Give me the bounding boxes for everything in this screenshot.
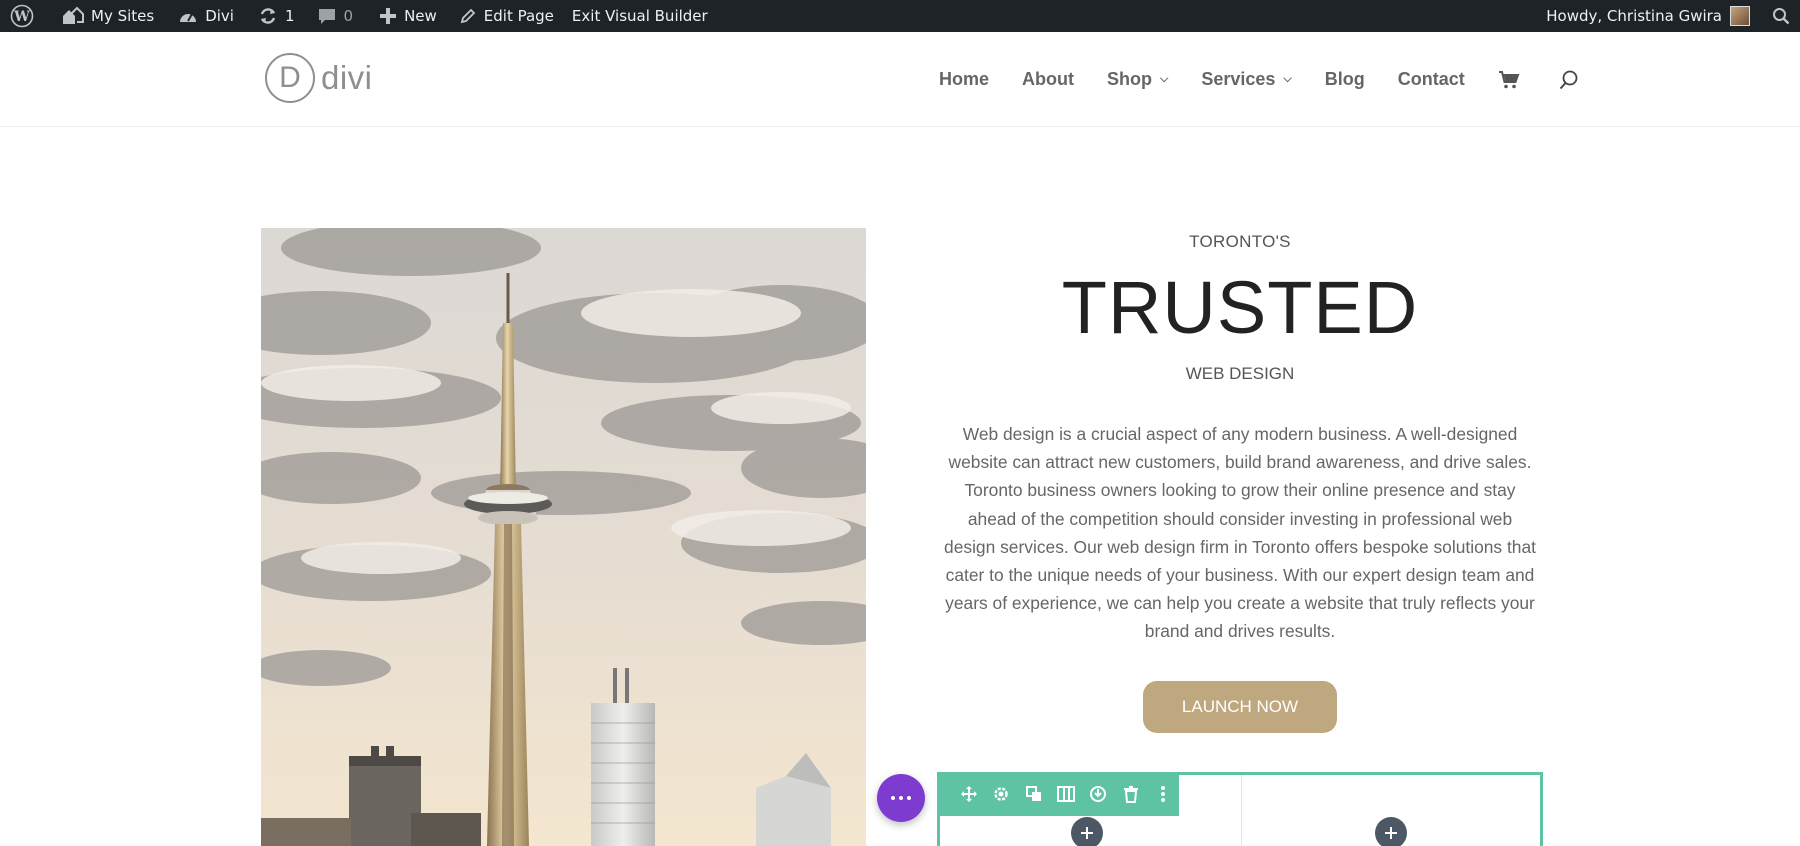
updates-menu[interactable]: 1	[249, 0, 304, 32]
chevron-down-icon: ⌵	[1160, 73, 1169, 85]
hero-body-text: Web design is a crucial aspect of any mo…	[944, 424, 1536, 642]
delete-icon	[1123, 786, 1138, 803]
chevron-down-icon: ⌵	[1283, 73, 1292, 85]
settings-icon	[994, 787, 1009, 801]
exit-visual-builder-link[interactable]: Exit Visual Builder	[563, 0, 717, 32]
edit-page-label: Edit Page	[483, 7, 554, 25]
delete-row-button[interactable]	[1114, 772, 1146, 816]
nav-item-label: Services	[1201, 69, 1276, 89]
plus-icon	[1385, 827, 1397, 839]
new-content-menu[interactable]: New	[370, 0, 446, 32]
nav-item-about[interactable]: About	[1022, 69, 1074, 90]
nav-item-services[interactable]: Services ⌵	[1201, 69, 1291, 90]
dashboard-icon	[180, 13, 197, 22]
plus-icon	[1081, 827, 1093, 839]
pencil-icon	[460, 8, 476, 24]
more-horizontal-icon	[891, 796, 911, 800]
site-header: D divi Home About Shop ⌵ Services ⌵ Blog C…	[0, 32, 1800, 127]
skyline-illustration	[261, 228, 866, 846]
more-row-options-button[interactable]	[1147, 772, 1179, 816]
nav-item-label: About	[1022, 69, 1074, 89]
nav-item-label: Contact	[1397, 69, 1465, 89]
hero-title: TRUSTED	[1061, 266, 1419, 349]
logo-text: divi	[321, 59, 373, 96]
comments-menu[interactable]: 0	[308, 0, 363, 32]
new-label: New	[404, 7, 437, 25]
site-logo[interactable]: D divi	[265, 53, 373, 103]
add-module-button-left[interactable]	[1071, 817, 1103, 846]
admin-bar-right: Howdy, Christina Gwira	[1537, 0, 1800, 32]
hero-text-column: TORONTO'S TRUSTED WEB DESIGN Web design …	[930, 228, 1550, 733]
search-icon	[1559, 70, 1578, 89]
search-icon	[1773, 8, 1790, 25]
edit-page-link[interactable]: Edit Page	[450, 0, 563, 32]
user-account-menu[interactable]: Howdy, Christina Gwira	[1537, 0, 1756, 32]
builder-more-button[interactable]	[877, 774, 925, 822]
move-icon	[961, 786, 978, 802]
cart-icon	[1498, 70, 1520, 88]
add-module-button-right[interactable]	[1375, 817, 1407, 846]
main-nav: Home About Shop ⌵ Services ⌵ Blog Contact	[939, 32, 1580, 127]
my-sites-menu[interactable]: My Sites	[53, 0, 163, 32]
nav-item-home[interactable]: Home	[939, 69, 989, 90]
nav-item-shop[interactable]: Shop ⌵	[1107, 69, 1168, 90]
nav-item-contact[interactable]: Contact	[1398, 69, 1465, 90]
row-settings-toolbar	[937, 772, 1179, 816]
nav-item-label: Blog	[1324, 69, 1365, 89]
wordpress-menu[interactable]: W	[0, 0, 43, 32]
save-icon	[1090, 786, 1107, 802]
save-to-library-button[interactable]	[1082, 772, 1114, 816]
duplicate-row-button[interactable]	[1018, 772, 1050, 816]
logo-mark: D	[265, 53, 315, 103]
columns-icon	[1056, 786, 1075, 802]
cart-button[interactable]	[1498, 70, 1520, 90]
admin-search-button[interactable]	[1756, 0, 1800, 32]
hero-subtitle: WEB DESIGN	[1185, 364, 1295, 383]
svg-text:W: W	[13, 9, 30, 25]
comment-icon	[318, 9, 335, 24]
plus-icon	[380, 8, 397, 24]
launch-now-button[interactable]: LAUNCH NOW	[1143, 680, 1337, 733]
user-greeting: Howdy, Christina Gwira	[1546, 7, 1722, 25]
duplicate-icon	[1025, 786, 1041, 801]
admin-bar-left: W My Sites Divi 1 0 New Edit Page Exit V…	[0, 0, 717, 32]
exit-visual-builder-label: Exit Visual Builder	[571, 7, 708, 25]
avatar	[1730, 6, 1750, 26]
comments-count: 0	[343, 7, 354, 25]
nav-item-blog[interactable]: Blog	[1325, 69, 1365, 90]
header-search-button[interactable]	[1558, 69, 1580, 91]
updates-count: 1	[284, 7, 295, 25]
more-icon	[1160, 786, 1165, 802]
my-sites-icon	[63, 6, 84, 24]
divi-site-menu[interactable]: Divi	[169, 0, 243, 32]
admin-bar: W My Sites Divi 1 0 New Edit Page Exit V…	[0, 0, 1800, 32]
divi-site-label: Divi	[205, 7, 234, 25]
nav-item-label: Shop	[1107, 69, 1152, 89]
hero-pretitle: TORONTO'S	[1189, 232, 1291, 251]
my-sites-label: My Sites	[91, 7, 155, 25]
move-row-button[interactable]	[953, 772, 985, 816]
wordpress-icon: W	[10, 4, 34, 28]
column-divider	[1241, 775, 1242, 846]
hero-image-toronto-skyline	[261, 228, 866, 846]
change-columns-button[interactable]	[1050, 772, 1082, 816]
updates-icon	[260, 8, 276, 24]
row-settings-button[interactable]	[985, 772, 1017, 816]
nav-item-label: Home	[939, 69, 990, 89]
